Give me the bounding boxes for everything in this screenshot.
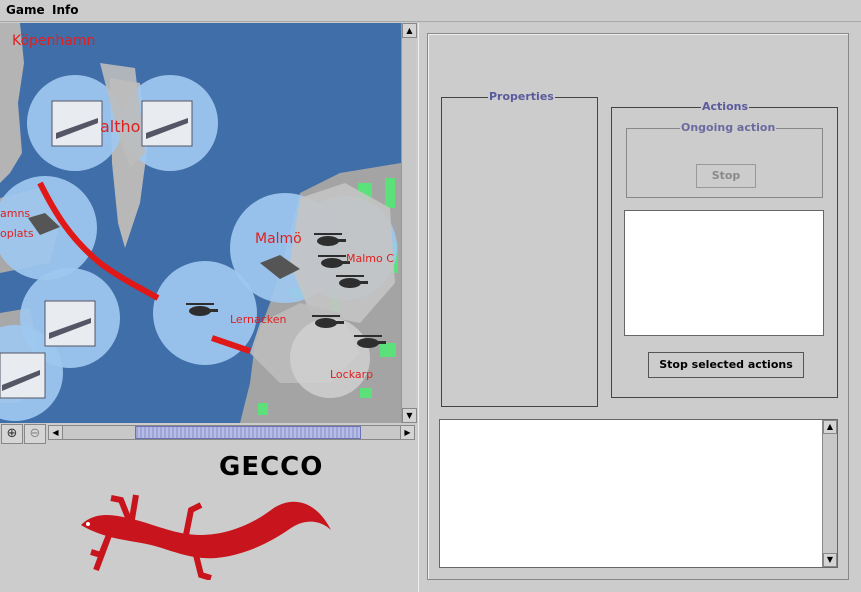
map-label-lernacken: Lernacken <box>230 313 287 326</box>
map-label-lockarp: Lockarp <box>330 368 373 381</box>
scroll-down-arrow-icon[interactable]: ▼ <box>402 408 417 423</box>
map-label-malmo: Malmö <box>255 231 302 247</box>
ongoing-action-group: Ongoing action Stop <box>626 121 823 198</box>
log-textarea[interactable]: ▲ ▼ <box>439 419 838 568</box>
menu-bar: Game Info <box>0 0 861 22</box>
map-view[interactable]: Köpenhamn altho amns oplats Malmö Malmo … <box>0 23 401 423</box>
gecko-logo-icon <box>81 494 331 580</box>
menu-game[interactable]: Game <box>6 3 45 17</box>
actions-title: Actions <box>701 100 749 113</box>
map-label-amns: amns <box>0 207 30 220</box>
scroll-right-arrow-icon[interactable]: ▶ <box>400 426 414 439</box>
logo-text: GECCO <box>219 452 324 482</box>
scroll-left-arrow-icon[interactable]: ◀ <box>49 426 63 439</box>
stop-selected-actions-button[interactable]: Stop selected actions <box>648 352 804 378</box>
scroll-thumb[interactable] <box>135 426 361 439</box>
map-label-malmo-c: Malmo C <box>346 252 394 265</box>
map-label-saltholm: altho <box>100 117 140 136</box>
map-label-oplats: oplats <box>0 227 34 240</box>
map-canvas[interactable]: Köpenhamn altho amns oplats Malmö Malmo … <box>0 23 401 423</box>
range-lockarp <box>290 318 370 398</box>
control-panel: Properties Actions Ongoing action Stop S… <box>427 33 849 580</box>
scroll-up-arrow-icon[interactable]: ▲ <box>402 23 417 38</box>
zoom-in-icon[interactable]: ⊕ <box>1 424 23 444</box>
zoom-out-icon[interactable]: ⊖ <box>24 424 46 444</box>
log-scroll-up-arrow-icon[interactable]: ▲ <box>823 420 837 434</box>
log-vertical-scrollbar[interactable]: ▲ ▼ <box>822 420 837 567</box>
log-scroll-down-arrow-icon[interactable]: ▼ <box>823 553 837 567</box>
menu-info[interactable]: Info <box>52 3 78 17</box>
map-vertical-scrollbar[interactable]: ▲ ▼ <box>401 23 417 423</box>
actions-list[interactable] <box>624 210 824 336</box>
actions-group: Actions Ongoing action Stop Stop selecte… <box>611 100 838 398</box>
map-horizontal-scrollbar[interactable]: ◀ ▶ <box>48 425 415 440</box>
properties-title: Properties <box>488 90 555 103</box>
ongoing-action-title: Ongoing action <box>680 121 777 134</box>
split-divider[interactable] <box>418 23 419 592</box>
stop-button[interactable]: Stop <box>696 164 756 188</box>
map-toolbar: ⊕ ⊖ ◀ ▶ <box>0 423 416 444</box>
properties-group: Properties <box>441 90 598 407</box>
map-label-kopenhamn: Köpenhamn <box>12 33 95 49</box>
